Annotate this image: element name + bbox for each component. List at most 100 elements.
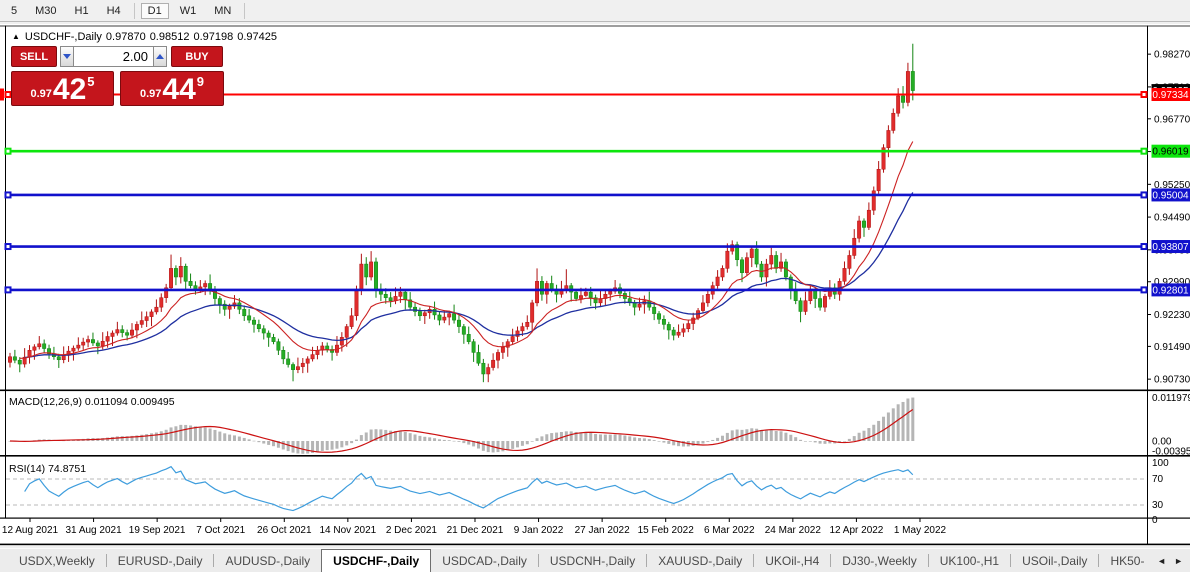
- date-label: 27 Jan 2022: [575, 525, 630, 536]
- macd-histogram-bar: [438, 439, 441, 441]
- candle-body: [106, 336, 109, 341]
- chart-tab-usdchf-daily[interactable]: USDCHF-,Daily: [321, 549, 431, 572]
- chart-tab-hk50[interactable]: HK50-: [1099, 549, 1155, 572]
- buy-price-box[interactable]: 0.97 44 9: [120, 71, 224, 106]
- chart-tab-eurusd-daily[interactable]: EURUSD-,Daily: [107, 549, 214, 572]
- collapse-panel-icon[interactable]: ▲: [12, 32, 20, 41]
- candle-body: [8, 357, 11, 363]
- macd-panel: MACD(12,26,9) 0.011094 0.0094950.0119790…: [9, 393, 1190, 458]
- macd-histogram-bar: [121, 436, 124, 441]
- candle-body: [282, 350, 285, 359]
- chart-tab-usdcad-daily[interactable]: USDCAD-,Daily: [431, 549, 538, 572]
- candle-body: [145, 317, 148, 321]
- tabs-scroll-left-button[interactable]: ◄: [1153, 554, 1170, 568]
- candle-body: [86, 340, 89, 343]
- candle-body: [101, 341, 104, 346]
- candle-body: [365, 264, 368, 277]
- macd-histogram-bar: [350, 441, 353, 443]
- candle-body: [91, 340, 94, 343]
- candle-body: [33, 347, 36, 350]
- chart-ohlc-header: ▲USDCHF-,Daily0.978700.985120.971980.974…: [12, 31, 281, 43]
- timeframe-button-d1[interactable]: D1: [141, 3, 169, 19]
- volume-input[interactable]: [74, 46, 153, 67]
- macd-histogram-bar: [248, 439, 251, 441]
- candle-body: [848, 255, 851, 268]
- sell-button[interactable]: SELL: [11, 46, 57, 67]
- candle-body: [267, 333, 270, 337]
- macd-histogram-bar: [794, 437, 797, 441]
- volume-decrease-button[interactable]: [60, 46, 74, 67]
- chart-tab-usdx-weekly[interactable]: USDX,Weekly: [8, 549, 106, 572]
- candle-body: [291, 365, 294, 370]
- date-label: 26 Oct 2021: [257, 525, 312, 536]
- date-label: 21 Dec 2021: [447, 525, 504, 536]
- date-tick: [665, 519, 666, 523]
- candle-body: [125, 333, 128, 336]
- timeframe-button-w1[interactable]: W1: [173, 3, 204, 19]
- horizontal-lines[interactable]: [0, 89, 1148, 294]
- macd-histogram-bar: [370, 429, 373, 441]
- chart-tab-audusd-daily[interactable]: AUDUSD-,Daily: [214, 549, 321, 572]
- macd-histogram-bar: [418, 436, 421, 441]
- hline-price-label: 0.97334: [1152, 90, 1189, 101]
- sell-price-box[interactable]: 0.97 42 5: [11, 71, 114, 106]
- chart-tab-dj30-weekly[interactable]: DJ30-,Weekly: [831, 549, 927, 572]
- macd-histogram-bar: [867, 428, 870, 441]
- candle-body: [448, 314, 451, 317]
- candle-body: [389, 298, 392, 301]
- macd-histogram-bar: [614, 434, 617, 441]
- hline-price-label: 0.95004: [1152, 190, 1189, 201]
- date-axis: 12 Aug 202131 Aug 202119 Sep 20217 Oct 2…: [2, 519, 947, 537]
- candle-body: [296, 367, 299, 370]
- hline-left-anchor: [0, 89, 4, 101]
- hline-handle-center: [1143, 150, 1146, 153]
- chart-tab-uk100-h1[interactable]: UK100-,H1: [929, 549, 1010, 572]
- chart-tab-ukoil-h4[interactable]: UKOil-,H4: [754, 549, 830, 572]
- volume-increase-button[interactable]: [153, 46, 167, 67]
- date-label: 31 Aug 2021: [65, 525, 122, 536]
- candle-body: [667, 324, 670, 330]
- hline-handle-center: [1143, 245, 1146, 248]
- chart-tab-usoil-daily[interactable]: USOil-,Daily: [1011, 549, 1098, 572]
- timeframe-toolbar: 5M30 H1H4 D1W1MN: [0, 0, 1190, 22]
- macd-histogram-bar: [579, 432, 582, 441]
- macd-histogram-bar: [643, 438, 646, 441]
- date-label: 14 Nov 2021: [319, 525, 376, 536]
- timeframe-button-h4[interactable]: H4: [100, 3, 128, 19]
- date-tick: [220, 519, 221, 523]
- candle-body: [887, 130, 890, 147]
- macd-histogram-bar: [521, 441, 524, 446]
- date-tick: [919, 519, 920, 523]
- macd-histogram-bar: [701, 441, 704, 444]
- hline-handle-center: [7, 193, 10, 196]
- tabs-scroll-right-button[interactable]: ►: [1170, 554, 1187, 568]
- macd-histogram-bar: [316, 441, 319, 452]
- date-tick: [602, 519, 603, 523]
- candle-body: [150, 312, 153, 317]
- date-tick: [157, 519, 158, 523]
- candle-body: [252, 320, 255, 324]
- symbol-label: USDCHF-,Daily: [25, 31, 102, 43]
- timeframe-button-m30[interactable]: M30: [28, 3, 63, 19]
- candle-body: [477, 352, 480, 363]
- price-tick-label: 0.90730: [1154, 375, 1190, 386]
- rsi-panel: RSI(14) 74.875110070300: [6, 458, 1169, 526]
- date-label: 9 Jan 2022: [514, 525, 564, 536]
- timeframe-button-mn[interactable]: MN: [207, 3, 238, 19]
- macd-histogram-bar: [550, 433, 553, 441]
- timeframe-button-h1[interactable]: H1: [68, 3, 96, 19]
- macd-histogram-bar: [428, 437, 431, 441]
- candle-body: [301, 363, 304, 366]
- timeframe-button-5[interactable]: 5: [4, 3, 24, 19]
- candle-body: [774, 255, 777, 268]
- hline-handle-center: [1143, 288, 1146, 291]
- buy-button[interactable]: BUY: [171, 46, 223, 67]
- chart-tab-xauusd-daily[interactable]: XAUUSD-,Daily: [647, 549, 753, 572]
- chart-tabs-bar: USDX,WeeklyEURUSD-,DailyAUDUSD-,DailyUSD…: [0, 548, 1190, 572]
- candle-body: [13, 357, 16, 360]
- sell-price-fraction: 5: [87, 74, 94, 105]
- macd-histogram-bar: [902, 402, 905, 441]
- candle-body: [472, 342, 475, 353]
- chart-tab-usdcnh-daily[interactable]: USDCNH-,Daily: [539, 549, 646, 572]
- hline-price-label: 0.96019: [1152, 147, 1189, 158]
